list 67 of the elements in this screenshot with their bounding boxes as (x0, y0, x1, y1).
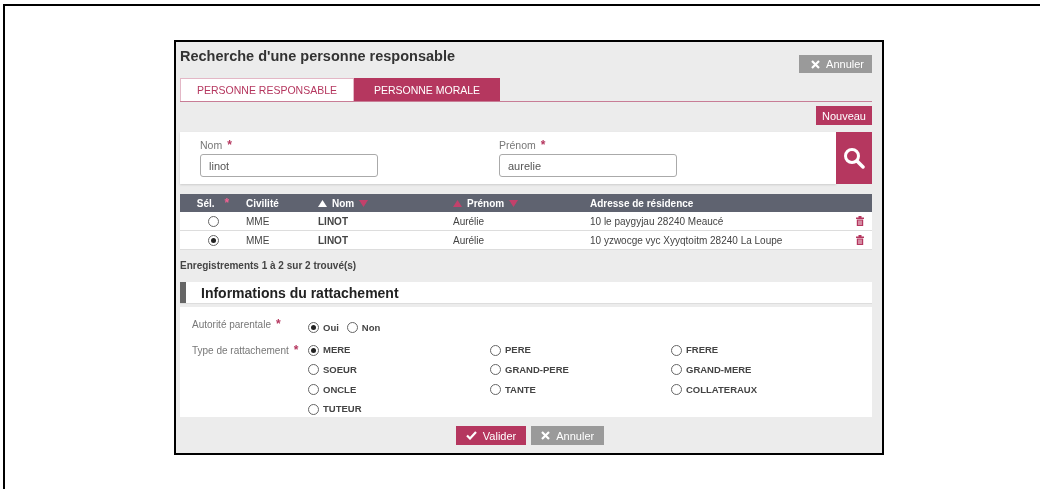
radio-button[interactable] (308, 344, 319, 356)
field-label: Nom (200, 139, 223, 151)
required-mark: * (293, 342, 299, 357)
new-button[interactable]: Nouveau (815, 106, 872, 125)
dialog-title: Recherche d'une personne responsable (180, 48, 455, 64)
table-cell-text: MME (246, 215, 271, 227)
field-label: Type de rattachement (192, 344, 289, 356)
radio-button[interactable] (308, 384, 319, 396)
column-header: Civilité (246, 197, 279, 209)
option-label: MERE (323, 343, 351, 358)
table-cell-text: LINOT (318, 234, 349, 246)
input-field[interactable]: aurelie (499, 154, 677, 177)
check-icon (465, 431, 477, 440)
table-cell-text: LINOT (318, 215, 349, 227)
radio-button[interactable] (308, 364, 319, 376)
radio-button[interactable] (490, 364, 501, 376)
radio-button[interactable] (490, 384, 501, 396)
radio-button[interactable] (671, 384, 682, 396)
required-mark: * (275, 317, 281, 331)
trash-icon (856, 235, 864, 245)
table-cell-text: Aurélie (453, 234, 486, 246)
radio-button[interactable] (671, 364, 682, 376)
radio-button[interactable] (346, 322, 358, 334)
radio-button[interactable] (207, 234, 219, 246)
delete-button[interactable] (856, 216, 864, 226)
option-label: PERE (505, 343, 531, 358)
field-label: Autorité parentale (192, 319, 271, 330)
section-title: Informations du rattachement (201, 284, 399, 301)
option-label: Oui (323, 320, 339, 335)
option-label: TUTEUR (323, 402, 362, 417)
table-cell-text: 10 yzwocge vyc Xyyqtoitm 28240 La Loupe (590, 234, 784, 246)
option-label: GRAND-MERE (686, 362, 752, 377)
radio-button[interactable] (308, 403, 319, 415)
required-mark: * (227, 138, 232, 152)
required-mark: * (224, 196, 230, 210)
tab[interactable]: PERSONNE MORALE (354, 78, 500, 101)
close-icon (811, 59, 821, 69)
table-cell-text: Aurélie (453, 215, 486, 227)
field-label: Prénom (499, 139, 536, 151)
option-label: FRERE (686, 343, 719, 358)
close-icon (541, 431, 551, 440)
option-label: SOEUR (323, 362, 357, 377)
option-label: GRAND-PERE (505, 362, 569, 377)
record-count: Enregistrements 1 à 2 sur 2 trouvé(s) (180, 260, 358, 273)
radio-button[interactable] (490, 344, 501, 356)
radio-button[interactable] (671, 344, 682, 356)
option-label: TANTE (505, 382, 536, 397)
input-field[interactable]: linot (200, 154, 378, 177)
radio-button[interactable] (308, 322, 319, 334)
tab[interactable]: PERSONNE RESPONSABLE (180, 78, 354, 101)
search-button[interactable] (836, 132, 872, 184)
trash-icon (856, 216, 864, 226)
column-header: Sél. (196, 197, 215, 209)
radio-button[interactable] (207, 215, 219, 227)
option-label: Non (361, 320, 381, 335)
column-header: Prénom (467, 197, 505, 209)
option-label: COLLATERAUX (686, 382, 758, 397)
column-header: Adresse de résidence (590, 197, 694, 209)
search-icon (843, 147, 865, 169)
section-marker (180, 282, 186, 303)
option-label: ONCLE (323, 382, 357, 397)
column-header: Nom (332, 197, 355, 209)
validate-button[interactable]: Valider (455, 426, 527, 445)
table-cell-text: 10 le paygyjau 28240 Meaucé (590, 215, 725, 227)
table-cell-text: MME (246, 234, 271, 246)
required-mark: * (540, 138, 546, 152)
delete-button[interactable] (856, 235, 864, 245)
